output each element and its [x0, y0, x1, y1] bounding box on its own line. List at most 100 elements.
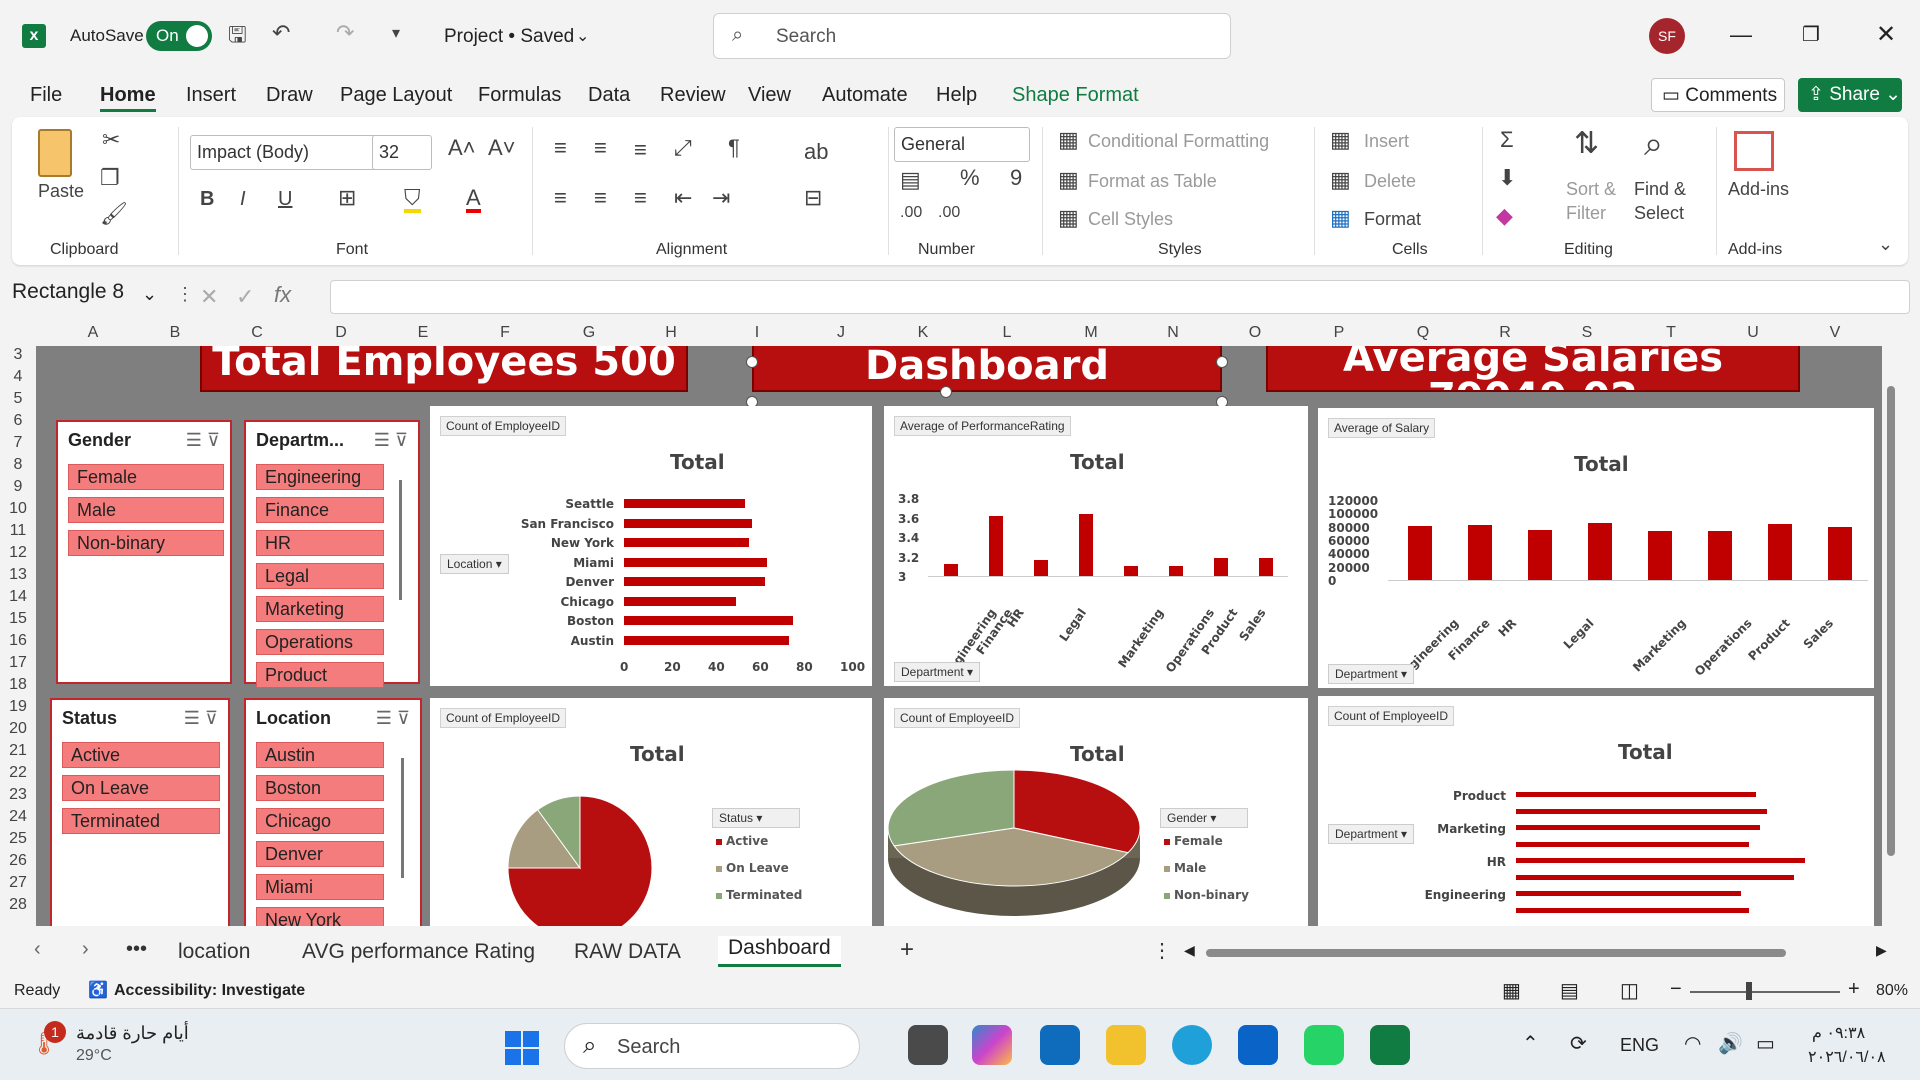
status-slicer[interactable]: Status ☰ ⊽ Active On Leave Terminated	[50, 698, 230, 926]
align-right-icon[interactable]: ≡	[634, 187, 647, 209]
add-sheet-icon[interactable]: +	[900, 936, 914, 964]
gender-pie-chart[interactable]: Count of EmployeeID Total Gender ▾ Female Ma…	[884, 698, 1308, 926]
restore-icon[interactable]: ❐	[1802, 22, 1820, 47]
column-header[interactable]: F	[490, 324, 520, 342]
accessibility-icon[interactable]: ♿	[88, 980, 108, 1000]
align-top-icon[interactable]: ≡	[554, 137, 567, 159]
scroll-right-icon[interactable]: ▶	[1876, 942, 1887, 959]
slicer-multiselect-icon[interactable]: ☰ ⊽	[376, 708, 410, 729]
location-bar-chart[interactable]: Count of EmployeeID Total Location ▾ Seattl…	[430, 406, 872, 686]
format-as-table-button[interactable]: Format as Table	[1088, 171, 1217, 192]
menu-review[interactable]: Review	[660, 84, 726, 107]
percent-icon[interactable]: %	[960, 167, 980, 189]
tab-dashboard[interactable]: Dashboard	[718, 936, 841, 967]
format-table-icon[interactable]: ▦	[1058, 169, 1079, 191]
collapse-ribbon-icon[interactable]: ⌄	[1878, 235, 1893, 253]
row-header[interactable]: 23	[0, 786, 36, 804]
autosave-toggle[interactable]: On	[146, 21, 212, 51]
column-header[interactable]: O	[1240, 324, 1270, 342]
borders-icon[interactable]: ⊞	[338, 187, 356, 209]
font-color-icon[interactable]: A	[466, 187, 481, 213]
column-header[interactable]: B	[160, 324, 190, 342]
search-input[interactable]: ⌕ Search	[713, 13, 1231, 59]
menu-formulas[interactable]: Formulas	[478, 84, 561, 107]
slicer-item[interactable]: Legal	[256, 563, 384, 589]
comma-icon[interactable]: 9	[1010, 167, 1022, 189]
column-header[interactable]: J	[826, 324, 856, 342]
dashboard-banner[interactable]: Dashboard	[752, 346, 1222, 392]
decrease-decimal-icon[interactable]: .00	[938, 205, 960, 221]
increase-font-icon[interactable]: A˄	[448, 137, 476, 159]
slicer-multiselect-icon[interactable]: ☰ ⊽	[186, 430, 220, 451]
chevron-right-icon[interactable]: ›	[82, 938, 89, 961]
column-header[interactable]: N	[1158, 324, 1188, 342]
fill-icon[interactable]: ⬇	[1498, 167, 1516, 189]
cut-icon[interactable]: ✂	[102, 129, 120, 151]
sync-icon[interactable]: ⟳	[1570, 1031, 1587, 1056]
row-header[interactable]: 7	[0, 434, 36, 452]
chevron-left-icon[interactable]: ‹	[34, 938, 41, 961]
conditional-formatting-icon[interactable]: ▦	[1058, 129, 1079, 151]
wrap-text-icon[interactable]: ab	[804, 141, 828, 163]
accessibility-status[interactable]: Accessibility: Investigate	[114, 982, 305, 1000]
addins-icon[interactable]	[1734, 131, 1774, 171]
department-filter-button[interactable]: Department ▾	[894, 662, 981, 682]
row-header[interactable]: 5	[0, 390, 36, 408]
slicer-item[interactable]: Male	[68, 497, 224, 523]
paste-button[interactable]: Paste	[38, 181, 84, 202]
copilot-icon[interactable]	[972, 1025, 1012, 1065]
chevron-down-icon[interactable]: ⌄	[142, 284, 157, 305]
increase-decimal-icon[interactable]: .00	[900, 205, 922, 221]
column-header[interactable]: L	[992, 324, 1022, 342]
battery-icon[interactable]: ▭	[1756, 1031, 1775, 1056]
zoom-slider[interactable]	[1690, 991, 1840, 993]
row-header[interactable]: 8	[0, 456, 36, 474]
save-icon[interactable]: 🖫	[228, 24, 247, 46]
number-format-select[interactable]: General	[894, 127, 1030, 162]
slicer-item[interactable]: Finance	[256, 497, 384, 523]
wifi-icon[interactable]: ◠	[1684, 1031, 1701, 1056]
more-sheets-icon[interactable]: •••	[126, 938, 147, 961]
column-header[interactable]: I	[742, 324, 772, 342]
format-painter-icon[interactable]: 🖌	[100, 203, 128, 225]
slicer-item[interactable]: Chicago	[256, 808, 384, 834]
volume-icon[interactable]: 🔊	[1718, 1031, 1743, 1056]
more-icon[interactable]: ⋮	[176, 284, 194, 305]
file-explorer-icon[interactable]	[1106, 1025, 1146, 1065]
sort-filter-icon[interactable]: ⇅	[1574, 129, 1599, 159]
formula-bar[interactable]	[330, 280, 1910, 314]
page-layout-icon[interactable]: ▤	[1560, 978, 1579, 1003]
row-header[interactable]: 11	[0, 522, 36, 540]
slicer-item[interactable]: HR	[256, 530, 384, 556]
copy-icon[interactable]: ❐	[100, 167, 120, 189]
chevron-down-icon[interactable]: ⌄	[576, 26, 589, 46]
zoom-out-icon[interactable]: −	[1670, 978, 1682, 1001]
selection-handle[interactable]	[940, 386, 952, 398]
page-break-icon[interactable]: ◫	[1620, 978, 1639, 1003]
menu-shape-format[interactable]: Shape Format	[1012, 84, 1139, 107]
menu-data[interactable]: Data	[588, 84, 630, 107]
excel-taskbar-icon[interactable]	[1370, 1025, 1410, 1065]
text-direction-icon[interactable]: ¶	[728, 137, 740, 159]
slicer-item[interactable]: Marketing	[256, 596, 384, 622]
row-header[interactable]: 16	[0, 632, 36, 650]
align-left-icon[interactable]: ≡	[554, 187, 567, 209]
row-header[interactable]: 18	[0, 676, 36, 694]
row-header[interactable]: 19	[0, 698, 36, 716]
chart-field-tag[interactable]: Average of PerformanceRating	[894, 416, 1071, 436]
share-button[interactable]: ⇪ Share ⌄	[1798, 78, 1902, 112]
avatar[interactable]: SF	[1649, 18, 1685, 54]
total-employees-banner[interactable]: Total Employees 500	[200, 346, 688, 392]
clock-date[interactable]: ٢٠٢٦/٠٦/٠٨	[1808, 1047, 1886, 1067]
vertical-scrollbar[interactable]	[1882, 346, 1900, 926]
whatsapp-icon[interactable]	[1304, 1025, 1344, 1065]
slicer-item[interactable]: Austin	[256, 742, 384, 768]
column-header[interactable]: G	[574, 324, 604, 342]
selection-handle[interactable]	[1216, 356, 1228, 368]
column-header[interactable]: M	[1076, 324, 1106, 342]
cell-styles-button[interactable]: Cell Styles	[1088, 209, 1173, 230]
column-header[interactable]: D	[326, 324, 356, 342]
selection-handle[interactable]	[746, 356, 758, 368]
slicer-multiselect-icon[interactable]: ☰ ⊽	[374, 430, 408, 451]
undo-icon[interactable]: ↶	[272, 22, 290, 44]
